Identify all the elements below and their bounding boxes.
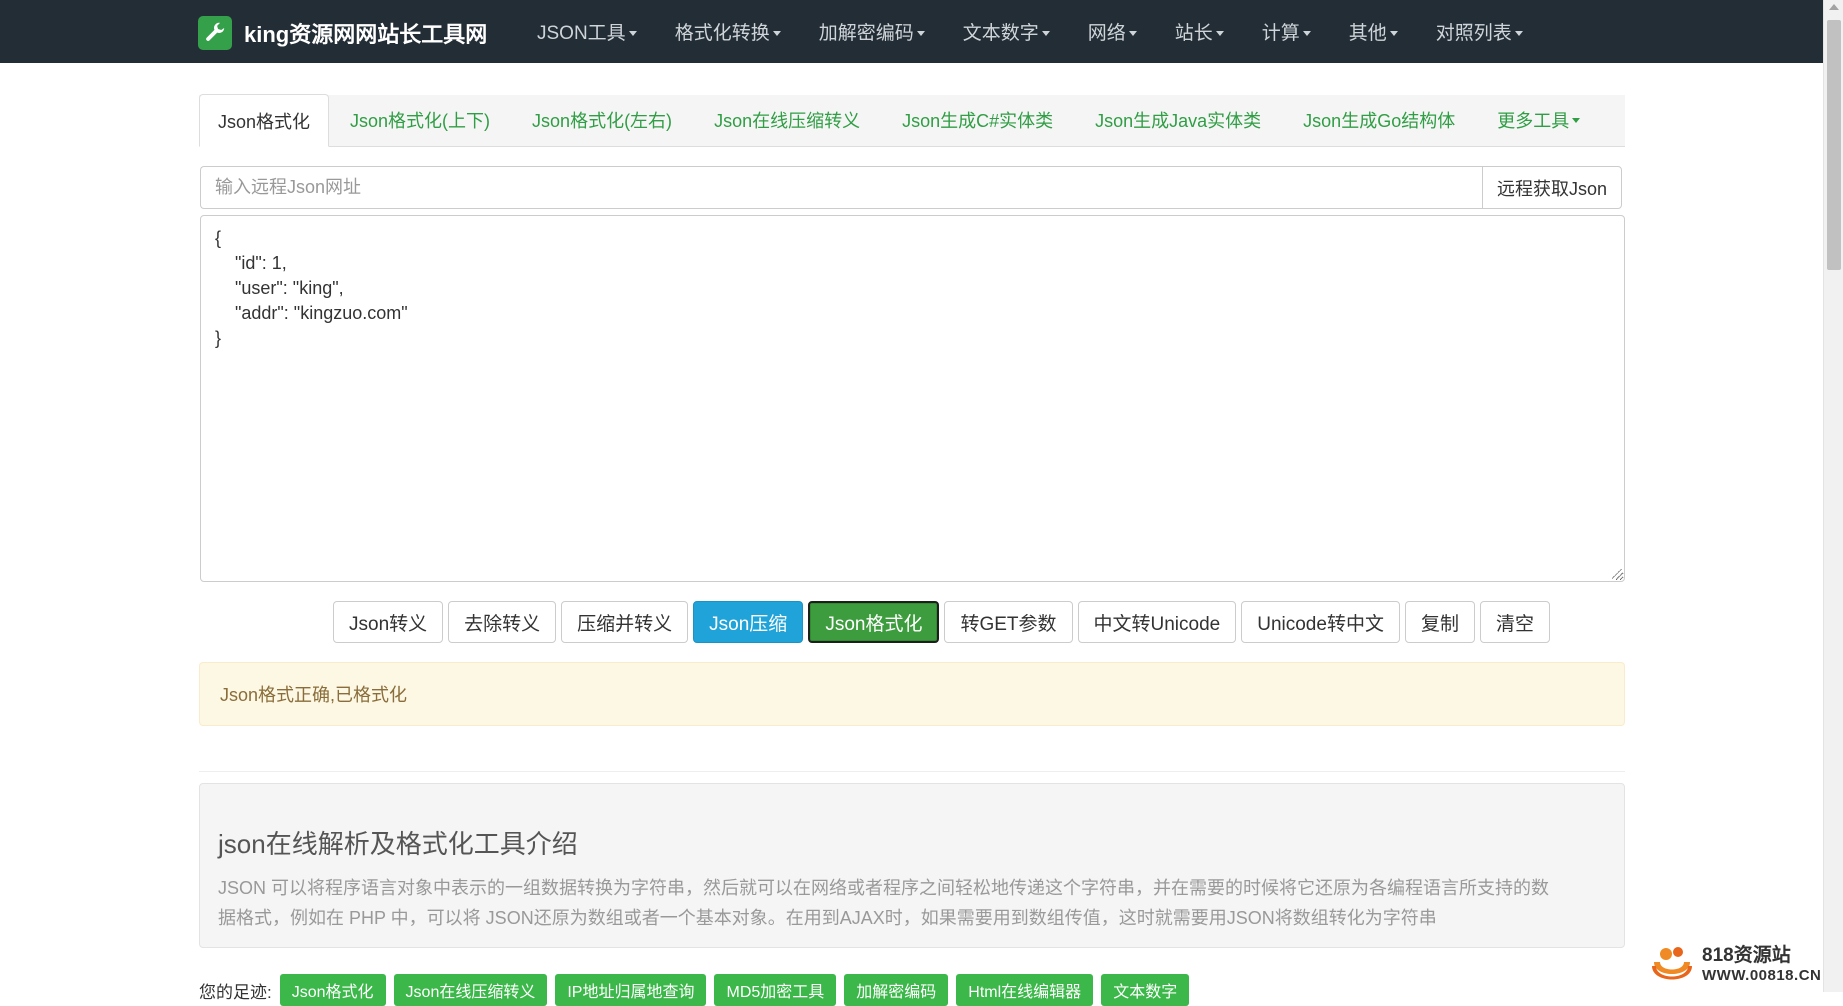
intro-title: json在线解析及格式化工具介绍 [218, 829, 578, 859]
divider [199, 771, 1625, 772]
tab-json-to-go[interactable]: Json生成Go结构体 [1282, 94, 1476, 146]
tab-json-format-horizontal[interactable]: Json格式化(左右) [511, 94, 693, 146]
compress-escape-button[interactable]: 压缩并转义 [561, 601, 689, 643]
caret-down-icon [772, 31, 781, 37]
json-compress-button[interactable]: Json压缩 [693, 601, 804, 643]
scroll-up-arrow-icon[interactable] [1829, 4, 1839, 10]
nav-other[interactable]: 其他 [1330, 18, 1417, 45]
footprint-tag[interactable]: 文本数字 [1101, 974, 1190, 1006]
caret-down-icon [1302, 31, 1311, 37]
action-toolbar: Json转义 去除转义 压缩并转义 Json压缩 Json格式化 转GET参数 … [333, 601, 1550, 643]
page-scrollbar[interactable] [1823, 0, 1843, 992]
json-escape-button[interactable]: Json转义 [333, 601, 444, 643]
caret-down-icon [1215, 31, 1224, 37]
nav-text-number[interactable]: 文本数字 [944, 18, 1069, 45]
intro-text: JSON 可以将程序语言对象中表示的一组数据转换为字符串，然后就可以在网络或者程… [218, 878, 1549, 928]
footprint-tag[interactable]: MD5加密工具 [714, 974, 837, 1006]
remove-escape-button[interactable]: 去除转义 [448, 601, 557, 643]
nav-json-tools[interactable]: JSON工具 [518, 18, 656, 45]
footprint-tag[interactable]: 加解密编码 [844, 974, 949, 1006]
nav-reference-list[interactable]: 对照列表 [1417, 18, 1542, 45]
wrench-icon [198, 16, 232, 50]
caret-down-icon [1041, 31, 1050, 37]
tab-json-format[interactable]: Json格式化 [199, 94, 330, 147]
tool-tabs: Json格式化 Json格式化(上下) Json格式化(左右) Json在线压缩… [199, 94, 1625, 147]
status-alert: Json格式正确,已格式化 [199, 662, 1625, 726]
fetch-remote-json-button[interactable]: 远程获取Json [1482, 166, 1622, 209]
main-menu: JSON工具 格式化转换 加解密编码 文本数字 网络 站长 计算 其他 对照列表 [518, 0, 1542, 63]
remote-url-input[interactable] [200, 166, 1482, 209]
tab-json-to-java[interactable]: Json生成Java实体类 [1074, 94, 1282, 146]
footprints-label: 您的足迹: [199, 982, 272, 1002]
top-navbar: king资源网网站长工具网 JSON工具 格式化转换 加解密编码 文本数字 网络… [0, 0, 1823, 63]
brand-title: king资源网网站长工具网 [244, 22, 488, 47]
resize-handle[interactable] [1612, 569, 1624, 581]
brand[interactable]: king资源网网站长工具网 [198, 16, 487, 50]
caret-down-icon [916, 31, 925, 37]
chinese-to-unicode-button[interactable]: 中文转Unicode [1077, 601, 1237, 643]
json-editor[interactable]: { "id": 1, "user": "king", "addr": "king… [200, 215, 1625, 582]
footprint-tag[interactable]: Json格式化 [279, 974, 386, 1006]
caret-down-icon [1389, 31, 1398, 37]
status-message: Json格式正确,已格式化 [220, 685, 408, 705]
to-get-params-button[interactable]: 转GET参数 [944, 601, 1073, 643]
nav-encrypt-encode[interactable]: 加解密编码 [800, 18, 944, 45]
caret-down-icon [1572, 117, 1581, 123]
scroll-thumb[interactable] [1827, 20, 1841, 270]
clear-button[interactable]: 清空 [1479, 601, 1550, 643]
footprint-tag[interactable]: Html在线编辑器 [956, 974, 1094, 1006]
watermark-logo-icon [1652, 947, 1692, 980]
footprint-tag[interactable]: IP地址归属地查询 [555, 974, 707, 1006]
resize-grip-icon [1612, 569, 1622, 579]
watermark: 818资源站 WWW.00818.CN [1648, 944, 1821, 988]
footprints-bar: 您的足迹: Json格式化 Json在线压缩转义 IP地址归属地查询 MD5加密… [199, 974, 1190, 1006]
tab-more-tools[interactable]: 更多工具 [1476, 94, 1601, 146]
footprint-tag[interactable]: Json在线压缩转义 [393, 974, 548, 1006]
caret-down-icon [1514, 31, 1523, 37]
nav-calculate[interactable]: 计算 [1243, 18, 1330, 45]
nav-webmaster[interactable]: 站长 [1156, 18, 1243, 45]
json-format-button[interactable]: Json格式化 [808, 601, 940, 643]
watermark-url: WWW.00818.CN [1702, 967, 1822, 984]
nav-format-convert[interactable]: 格式化转换 [656, 18, 800, 45]
copy-button[interactable]: 复制 [1404, 601, 1475, 643]
remote-url-group: 远程获取Json [200, 166, 1622, 209]
nav-network[interactable]: 网络 [1069, 18, 1156, 45]
caret-down-icon [628, 31, 637, 37]
unicode-to-chinese-button[interactable]: Unicode转中文 [1241, 601, 1400, 643]
caret-down-icon [1128, 31, 1137, 37]
tab-json-compress-escape[interactable]: Json在线压缩转义 [693, 94, 881, 146]
tab-json-format-vertical[interactable]: Json格式化(上下) [329, 94, 511, 146]
intro-panel: json在线解析及格式化工具介绍 JSON 可以将程序语言对象中表示的一组数据转… [199, 783, 1625, 948]
tab-json-to-csharp[interactable]: Json生成C#实体类 [881, 94, 1074, 146]
watermark-title: 818资源站 [1702, 945, 1791, 966]
